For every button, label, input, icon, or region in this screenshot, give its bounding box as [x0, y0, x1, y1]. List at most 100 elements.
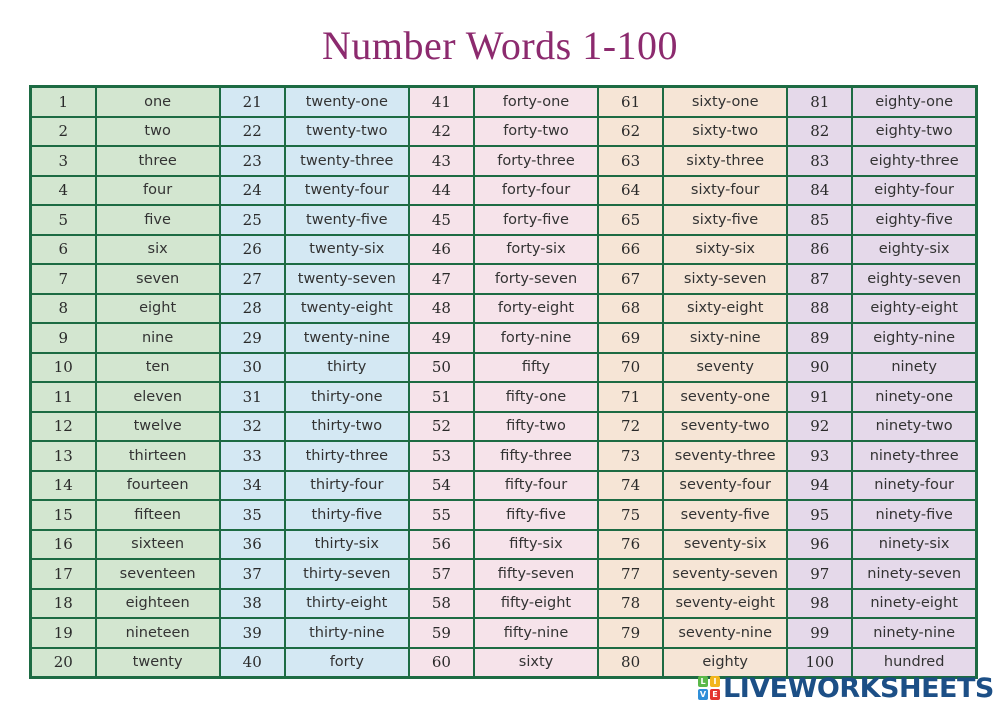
word-cell: thirty-two — [283, 410, 410, 442]
word-cell: twenty-nine — [283, 322, 410, 354]
word-cell: twenty-two — [283, 115, 410, 147]
word-cell: thirty-three — [283, 440, 410, 472]
word-cell: seventy-seven — [662, 558, 789, 590]
number-cell: 71 — [597, 381, 665, 413]
word-cell: ninety — [851, 351, 978, 383]
number-cell: 78 — [597, 587, 665, 619]
logo-square-i: I — [710, 676, 720, 687]
word-cell: thirty-one — [283, 381, 410, 413]
word-cell: thirty-four — [283, 469, 410, 501]
word-cell: seventeen — [94, 558, 221, 590]
number-cell: 8 — [29, 292, 97, 324]
number-cell: 25 — [218, 204, 286, 236]
number-cell: 62 — [597, 115, 665, 147]
number-cell: 2 — [29, 115, 97, 147]
number-cell: 65 — [597, 204, 665, 236]
number-cell: 68 — [597, 292, 665, 324]
word-cell: forty-eight — [472, 292, 600, 324]
number-cell: 34 — [218, 469, 286, 501]
number-cell: 61 — [597, 85, 665, 118]
word-cell: thirty-seven — [283, 558, 410, 590]
word-cell: sixteen — [94, 528, 221, 560]
number-cell: 47 — [407, 263, 475, 295]
word-cell: sixty-one — [662, 85, 789, 118]
table-row: 6 six 26 twenty-six 46 forty-six 66 sixty-six 86… — [29, 233, 978, 265]
number-cell: 29 — [218, 322, 286, 354]
number-cell: 96 — [786, 528, 854, 560]
word-cell: ten — [94, 351, 221, 383]
word-cell: ninety-eight — [851, 587, 978, 619]
number-cell: 7 — [29, 263, 97, 295]
number-cell: 72 — [597, 410, 665, 442]
number-cell: 20 — [29, 646, 97, 679]
number-cell: 16 — [29, 528, 97, 560]
word-cell: ninety-six — [851, 528, 978, 560]
number-cell: 11 — [29, 381, 97, 413]
number-cell: 53 — [407, 440, 475, 472]
number-cell: 15 — [29, 499, 97, 531]
word-cell: forty-nine — [472, 322, 600, 354]
number-cell: 90 — [786, 351, 854, 383]
word-cell: twelve — [94, 410, 221, 442]
number-cell: 83 — [786, 145, 854, 177]
table-row: 1 one 21 twenty-one 41 forty-one 61 sixty-one 81… — [29, 85, 978, 118]
number-cell: 64 — [597, 174, 665, 206]
number-cell: 3 — [29, 145, 97, 177]
number-cell: 95 — [786, 499, 854, 531]
word-cell: eighty-one — [851, 85, 978, 118]
table-row: 3 three 23 twenty-three 43 forty-three 63 sixty… — [29, 145, 978, 177]
logo-text: LIVEWORKSHEETS — [723, 672, 994, 704]
word-cell: fifty-two — [472, 410, 600, 442]
table-row: 8 eight 28 twenty-eight 48 forty-eight 68 sixty… — [29, 292, 978, 324]
number-cell: 94 — [786, 469, 854, 501]
number-cell: 75 — [597, 499, 665, 531]
number-cell: 24 — [218, 174, 286, 206]
logo-icon: L I V E — [698, 676, 720, 700]
number-cell: 37 — [218, 558, 286, 590]
word-cell: seventy-three — [662, 440, 789, 472]
number-cell: 73 — [597, 440, 665, 472]
logo-square-l: L — [698, 676, 708, 687]
number-cell: 48 — [407, 292, 475, 324]
number-cell: 93 — [786, 440, 854, 472]
number-cell: 12 — [29, 410, 97, 442]
number-cell: 54 — [407, 469, 475, 501]
number-cell: 4 — [29, 174, 97, 206]
number-cell: 1 — [29, 85, 97, 118]
word-cell: seventy-nine — [662, 617, 789, 649]
word-cell: fifty-nine — [472, 617, 600, 649]
word-cell: seventy-two — [662, 410, 789, 442]
word-cell: twenty-three — [283, 145, 410, 177]
number-words-table: 1 one 21 twenty-one 41 forty-one 61 sixty-one 81… — [29, 85, 978, 679]
number-cell: 6 — [29, 233, 97, 265]
table-row: 19 nineteen 39 thirty-nine 59 fifty-nine 79 sev… — [29, 617, 978, 649]
word-cell: ninety-nine — [851, 617, 978, 649]
number-cell: 84 — [786, 174, 854, 206]
number-cell: 50 — [407, 351, 475, 383]
table-row: 12 twelve 32 thirty-two 52 fifty-two 72 seventy… — [29, 410, 978, 442]
number-cell: 23 — [218, 145, 286, 177]
table-row: 17 seventeen 37 thirty-seven 57 fifty-seven 77… — [29, 558, 978, 590]
word-cell: eighty-seven — [851, 263, 978, 295]
number-cell: 76 — [597, 528, 665, 560]
word-cell: forty-three — [472, 145, 600, 177]
number-cell: 99 — [786, 617, 854, 649]
number-cell: 70 — [597, 351, 665, 383]
number-cell: 66 — [597, 233, 665, 265]
number-cell: 49 — [407, 322, 475, 354]
word-cell: nine — [94, 322, 221, 354]
number-cell: 35 — [218, 499, 286, 531]
number-cell: 82 — [786, 115, 854, 147]
word-cell: forty-two — [472, 115, 600, 147]
number-cell: 36 — [218, 528, 286, 560]
word-cell: twenty-seven — [283, 263, 410, 295]
word-cell: seventy-six — [662, 528, 789, 560]
number-cell: 89 — [786, 322, 854, 354]
word-cell: twenty-six — [283, 233, 410, 265]
word-cell: fifty-eight — [472, 587, 600, 619]
number-cell: 77 — [597, 558, 665, 590]
table-row: 4 four 24 twenty-four 44 forty-four 64 sixty-fo… — [29, 174, 978, 206]
word-cell: sixty-three — [662, 145, 789, 177]
table-row: 18 eighteen 38 thirty-eight 58 fifty-eight 78 s… — [29, 587, 978, 619]
table-row: 7 seven 27 twenty-seven 47 forty-seven 67 sixty… — [29, 263, 978, 295]
